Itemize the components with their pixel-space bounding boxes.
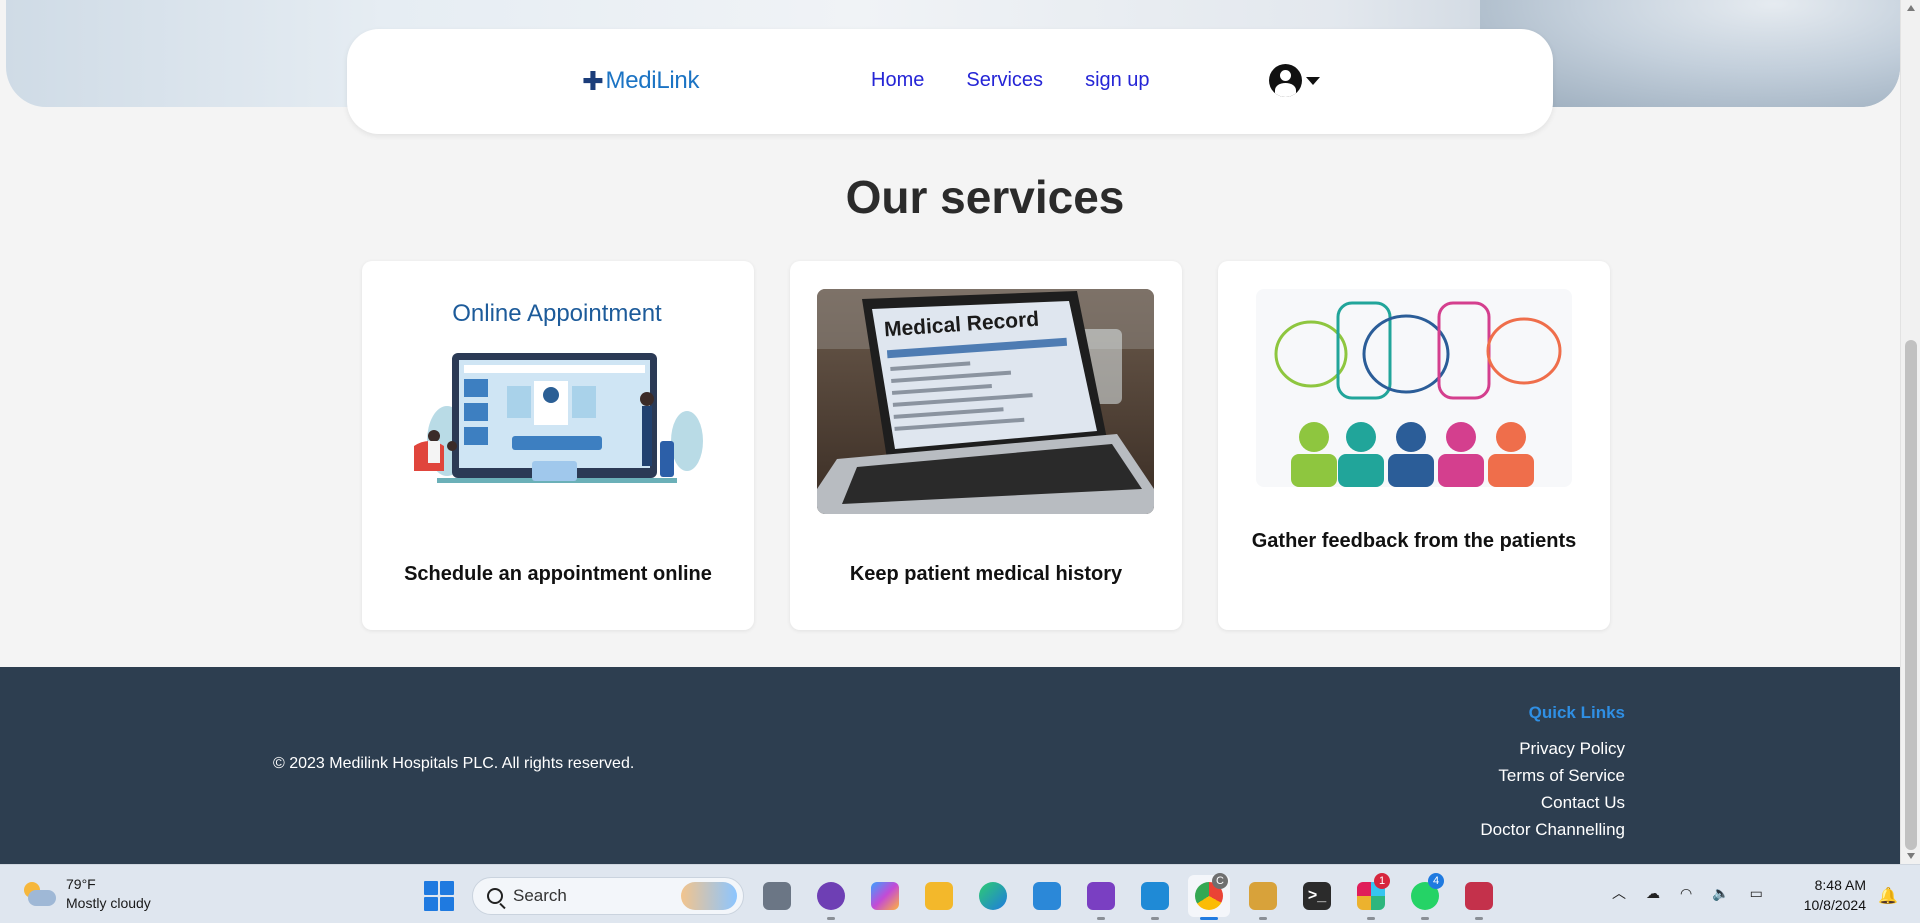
quick-links: Quick Links Privacy Policy Terms of Serv… <box>1480 703 1625 843</box>
task-view-button[interactable] <box>756 875 798 917</box>
visual-studio-app[interactable] <box>1080 875 1122 920</box>
photos-app[interactable] <box>1242 875 1284 920</box>
windows-logo-icon <box>424 881 454 911</box>
terminal-app[interactable]: >_ <box>1296 875 1338 917</box>
navbar: ✚ MediLink Home Services sign up <box>347 29 1553 134</box>
partly-cloudy-icon <box>22 882 56 906</box>
terminal-icon: >_ <box>1303 882 1331 910</box>
clock-time: 8:48 AM <box>1814 877 1866 893</box>
system-clock[interactable]: 8:48 AM 10/8/2024 <box>1786 875 1866 915</box>
service-card-medical-record[interactable]: Medical Record Keep patient medical hist… <box>790 261 1182 630</box>
quick-links-title: Quick Links <box>1528 703 1625 722</box>
folder-icon <box>925 882 953 910</box>
notification-bell-icon[interactable]: 🔔 <box>1878 886 1898 906</box>
card-caption: Keep patient medical history <box>849 563 1123 585</box>
onedrive-cloud-icon[interactable]: ☁ <box>1646 885 1660 902</box>
battery-icon[interactable]: ▭ <box>1750 885 1763 902</box>
scroll-down-arrow-icon[interactable] <box>1907 853 1915 859</box>
nav-link-sign-up[interactable]: sign up <box>1085 69 1150 92</box>
weather-widget[interactable]: 79°F Mostly cloudy <box>22 875 151 913</box>
copilot-app[interactable] <box>864 875 906 917</box>
snipping-tool-icon <box>1465 882 1493 910</box>
start-button[interactable] <box>418 875 460 917</box>
services-cards: Online Appointment Schedule an appointme… <box>362 261 1610 630</box>
weather-temperature: 79°F <box>66 876 96 892</box>
search-highlight-icon <box>681 882 737 910</box>
search-icon <box>487 888 503 904</box>
snipping-tool-app[interactable] <box>1458 875 1500 920</box>
slack-app[interactable]: 1 <box>1350 873 1392 920</box>
copyright-text: © 2023 Medilink Hospitals PLC. All right… <box>273 755 635 772</box>
store-app[interactable] <box>1026 875 1068 917</box>
page-scrollbar[interactable] <box>1900 0 1920 864</box>
vscode-icon <box>1141 882 1169 910</box>
search-placeholder: Search <box>513 886 567 905</box>
scrollbar-thumb[interactable] <box>1905 340 1917 850</box>
clock-date: 10/8/2024 <box>1803 897 1866 913</box>
scroll-up-arrow-icon[interactable] <box>1907 5 1915 11</box>
footer-link-doctor-channelling[interactable]: Doctor Channelling <box>1480 816 1625 843</box>
photos-icon <box>1249 882 1277 910</box>
caret-down-icon <box>1306 76 1320 85</box>
service-card-feedback[interactable]: Gather feedback from the patients <box>1218 261 1610 630</box>
nav-link-home[interactable]: Home <box>871 69 924 92</box>
medical-cross-icon: ✚ <box>582 66 604 96</box>
edge-app[interactable] <box>972 875 1014 917</box>
medilink-logo[interactable]: ✚ MediLink <box>582 67 699 95</box>
taskbar-search[interactable]: Search <box>472 877 744 915</box>
github-app[interactable] <box>810 875 852 920</box>
footer-link-contact-us[interactable]: Contact Us <box>1480 789 1625 816</box>
file-explorer-app[interactable] <box>918 875 960 917</box>
whatsapp-app[interactable]: 4 <box>1404 873 1446 920</box>
wifi-icon[interactable]: ◠ <box>1680 885 1692 902</box>
profile-menu[interactable] <box>1269 64 1320 97</box>
browser-viewport: ✚ MediLink Home Services sign up Our ser… <box>0 0 1900 864</box>
medical-record-photo: Medical Record <box>817 289 1154 514</box>
footer-link-privacy-policy[interactable]: Privacy Policy <box>1480 735 1625 762</box>
card-caption: Schedule an appointment online <box>404 563 712 585</box>
copilot-icon <box>871 882 899 910</box>
volume-icon[interactable]: 🔈 <box>1712 885 1729 902</box>
windows-taskbar: 79°F Mostly cloudy Search C >_ 1 4 ︿ ☁ ◠… <box>0 864 1920 923</box>
footer-link-terms-of-service[interactable]: Terms of Service <box>1480 762 1625 789</box>
nav-links: Home Services sign up <box>871 69 1150 92</box>
weather-description: Mostly cloudy <box>66 895 151 911</box>
chrome-app[interactable]: C <box>1188 873 1230 920</box>
system-tray: ︿ ☁ ◠ 🔈 ▭ <box>1612 883 1763 903</box>
vscode-app[interactable] <box>1134 875 1176 920</box>
chevron-up-icon[interactable]: ︿ <box>1612 883 1626 903</box>
taskbar-apps: Search C >_ 1 4 <box>418 873 1500 920</box>
card-caption: Gather feedback from the patients <box>1251 530 1577 552</box>
store-icon <box>1033 882 1061 910</box>
user-avatar-icon <box>1269 64 1302 97</box>
task-view-icon <box>763 882 791 910</box>
whatsapp-notification-badge: 4 <box>1428 873 1444 889</box>
chrome-profile-badge: C <box>1212 873 1228 889</box>
edge-icon <box>979 882 1007 910</box>
services-title: Our services <box>845 171 1125 223</box>
visual-studio-icon <box>1087 882 1115 910</box>
slack-notification-badge: 1 <box>1374 873 1390 889</box>
online-appointment-illustration: Online Appointment <box>402 291 712 491</box>
nav-link-services[interactable]: Services <box>966 69 1043 92</box>
patient-feedback-illustration <box>1256 289 1572 487</box>
github-icon <box>817 882 845 910</box>
logo-text: MediLink <box>605 67 700 94</box>
service-card-appointment[interactable]: Online Appointment Schedule an appointme… <box>362 261 754 630</box>
site-footer: © 2023 Medilink Hospitals PLC. All right… <box>0 667 1900 864</box>
online-appointment-heading: Online Appointment <box>452 300 662 327</box>
